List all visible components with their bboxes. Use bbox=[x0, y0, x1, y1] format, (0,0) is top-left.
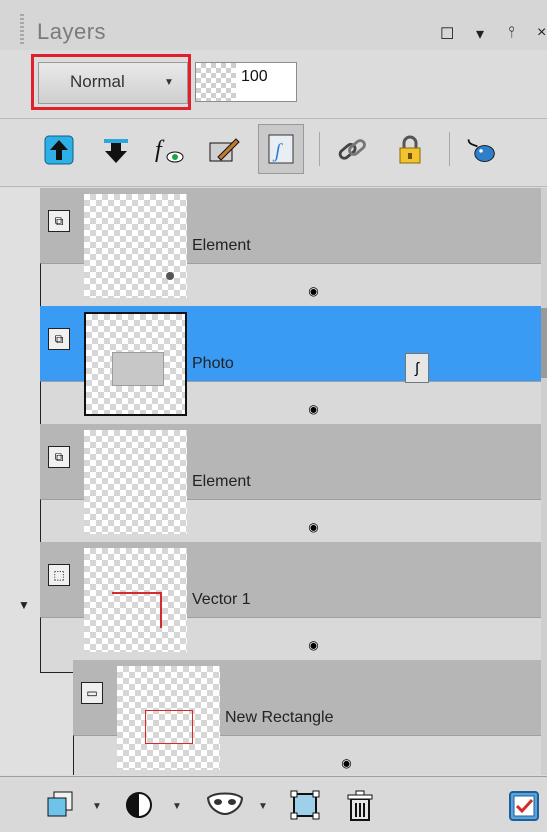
tool-separator bbox=[319, 132, 320, 166]
layer-name: Element bbox=[192, 237, 251, 254]
thumbnail-rectangle-shape bbox=[145, 710, 193, 744]
raster-layer-icon: ⧉ bbox=[48, 446, 70, 468]
layer-row[interactable]: ⧉ ◉ Element bbox=[40, 424, 547, 555]
rectangle-shape-icon: ▭ bbox=[81, 682, 103, 704]
layer-effects-icon[interactable]: f bbox=[153, 132, 185, 168]
layer-thumbnail bbox=[84, 548, 187, 652]
layer-name: Element bbox=[192, 473, 251, 490]
chevron-down-icon[interactable]: ▼ bbox=[172, 801, 182, 812]
layer-thumbnail bbox=[84, 430, 187, 534]
vector-path-icon[interactable]: ʃ bbox=[258, 124, 304, 174]
scrollbar-thumb[interactable] bbox=[541, 308, 547, 378]
chevron-down-icon[interactable]: ▼ bbox=[258, 801, 268, 812]
restore-icon[interactable]: ☐ bbox=[440, 24, 454, 44]
properties-checkmark-icon[interactable] bbox=[508, 790, 540, 829]
layer-name: Photo bbox=[192, 355, 234, 372]
opacity-value: 100 bbox=[241, 68, 268, 85]
layer-name: New Rectangle bbox=[225, 709, 334, 726]
thumbnail-vector-stroke bbox=[160, 592, 162, 628]
group-layers-icon[interactable] bbox=[290, 790, 320, 827]
layer-thumbnail bbox=[84, 194, 187, 298]
chevron-down-icon[interactable]: ▼ bbox=[92, 801, 102, 812]
new-layer-icon[interactable] bbox=[46, 790, 76, 827]
bottom-toolbar bbox=[0, 776, 547, 832]
layer-thumbnail bbox=[84, 312, 187, 416]
move-up-icon[interactable] bbox=[43, 132, 75, 168]
thumbnail-photo-shape bbox=[112, 352, 164, 386]
divider bbox=[0, 118, 547, 119]
layer-thumbnail bbox=[117, 666, 220, 770]
layer-list: ⧉ ◉ Element ⧉ ◉ Photo ʃ ⧉ ◉ Element ▼ ⬚ … bbox=[0, 188, 547, 775]
highlight-annotation bbox=[31, 54, 191, 110]
vector-path-badge-icon: ʃ bbox=[405, 353, 429, 383]
thumbnail-vector-stroke bbox=[112, 592, 160, 594]
panel-menu-icon[interactable]: ▾ bbox=[476, 24, 484, 44]
adjustment-layer-icon[interactable] bbox=[124, 790, 154, 827]
move-down-icon[interactable] bbox=[100, 132, 132, 168]
mouse-select-icon[interactable] bbox=[465, 132, 497, 168]
divider bbox=[0, 186, 547, 187]
mask-icon[interactable] bbox=[205, 790, 245, 825]
delete-trash-icon[interactable] bbox=[345, 790, 375, 829]
vector-layer-icon: ⬚ bbox=[48, 564, 70, 586]
close-icon[interactable]: × bbox=[537, 24, 546, 42]
layers-panel: Layers ☐ ▾ ⫯ × Normal ▼ 100 f ʃ ⧉ ◉ Elem… bbox=[0, 0, 547, 832]
collapse-triangle-icon[interactable]: ▼ bbox=[18, 598, 30, 612]
raster-layer-icon: ⧉ bbox=[48, 328, 70, 350]
panel-title: Layers bbox=[37, 19, 107, 44]
scrollbar-track[interactable] bbox=[541, 188, 547, 775]
link-icon[interactable] bbox=[336, 132, 368, 168]
edit-image-icon[interactable] bbox=[208, 132, 240, 168]
lock-icon[interactable] bbox=[394, 132, 426, 168]
svg-text:f: f bbox=[155, 137, 165, 163]
raster-layer-icon: ⧉ bbox=[48, 210, 70, 232]
drag-grip[interactable] bbox=[20, 14, 24, 46]
panel-titlebar: Layers ☐ ▾ ⫯ × bbox=[0, 0, 547, 50]
pin-icon[interactable]: ⫯ bbox=[508, 24, 515, 42]
layer-row-selected[interactable]: ⧉ ◉ Photo ʃ bbox=[40, 306, 547, 437]
layer-name: Vector 1 bbox=[192, 591, 251, 608]
thumbnail-dot bbox=[166, 272, 174, 280]
tool-separator bbox=[449, 132, 450, 166]
layer-row[interactable]: ⬚ ◉ Vector 1 bbox=[40, 542, 547, 673]
layer-row[interactable]: ⧉ ◉ Element bbox=[40, 188, 547, 319]
layer-row[interactable]: ▭ ◉ New Rectangle bbox=[73, 660, 547, 775]
